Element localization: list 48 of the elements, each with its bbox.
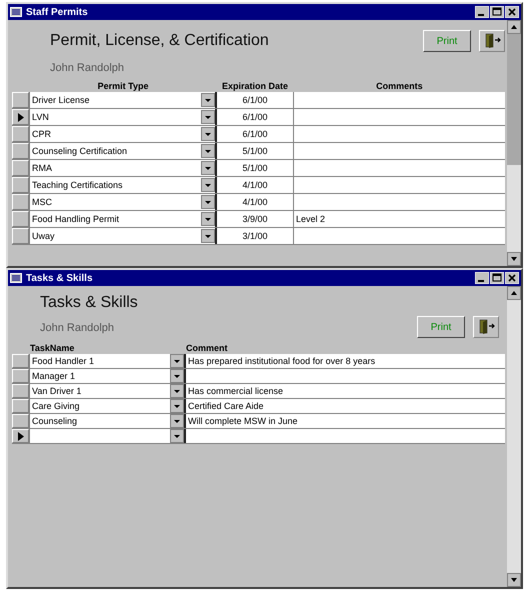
person-name: John Randolph [40,322,116,334]
table-cell: Level 2 [293,211,505,227]
dropdown-button[interactable] [170,369,184,383]
window-title: Tasks & Skills [26,272,94,284]
form-heading: Tasks & Skills [40,294,138,312]
exit-button[interactable] [473,316,499,338]
scroll-up-button[interactable] [507,20,521,34]
dropdown-button[interactable] [170,384,184,398]
dropdown-button[interactable] [201,178,215,192]
scrollbar[interactable] [507,286,521,587]
window-title: Staff Permits [26,6,89,18]
column-header: TaskName [30,343,76,353]
column-header: Permit Type [96,81,150,91]
minimize-button[interactable] [475,272,489,284]
dropdown-button[interactable] [201,212,215,226]
dropdown-button[interactable] [170,414,184,428]
scroll-down-button[interactable] [507,573,521,587]
current-row-icon[interactable] [18,432,24,440]
table-cell: 3/1/00 [215,228,293,244]
dropdown-button[interactable] [201,161,215,175]
close-button[interactable] [505,272,519,284]
dropdown-button[interactable] [170,429,184,443]
minimize-button[interactable] [475,6,489,18]
dropdown-button[interactable] [201,195,215,209]
dropdown-button[interactable] [170,354,184,368]
maximize-button[interactable] [490,6,504,18]
current-row-icon[interactable] [18,112,24,122]
column-header: Expiration Date [221,81,290,91]
form-icon[interactable] [10,273,22,283]
row-selector[interactable] [12,109,29,125]
row-selector[interactable] [12,429,29,443]
scroll-up-button[interactable] [507,286,521,300]
dropdown-button[interactable] [201,93,215,107]
maximize-button[interactable] [490,272,504,284]
dropdown-button[interactable] [201,127,215,141]
scroll-down-button[interactable] [507,252,521,266]
scrollbar[interactable] [507,20,521,266]
column-header: Comment [186,343,229,353]
dropdown-button[interactable] [201,110,215,124]
close-button[interactable] [505,6,519,18]
dropdown-button[interactable] [170,399,184,413]
column-header: Comments [375,81,424,91]
person-name: John Randolph [50,62,126,74]
exit-button[interactable] [479,30,505,52]
dropdown-button[interactable] [201,229,215,243]
dropdown-button[interactable] [201,144,215,158]
form-icon[interactable] [10,7,22,17]
form-heading: Permit, License, & Certification [50,32,269,50]
